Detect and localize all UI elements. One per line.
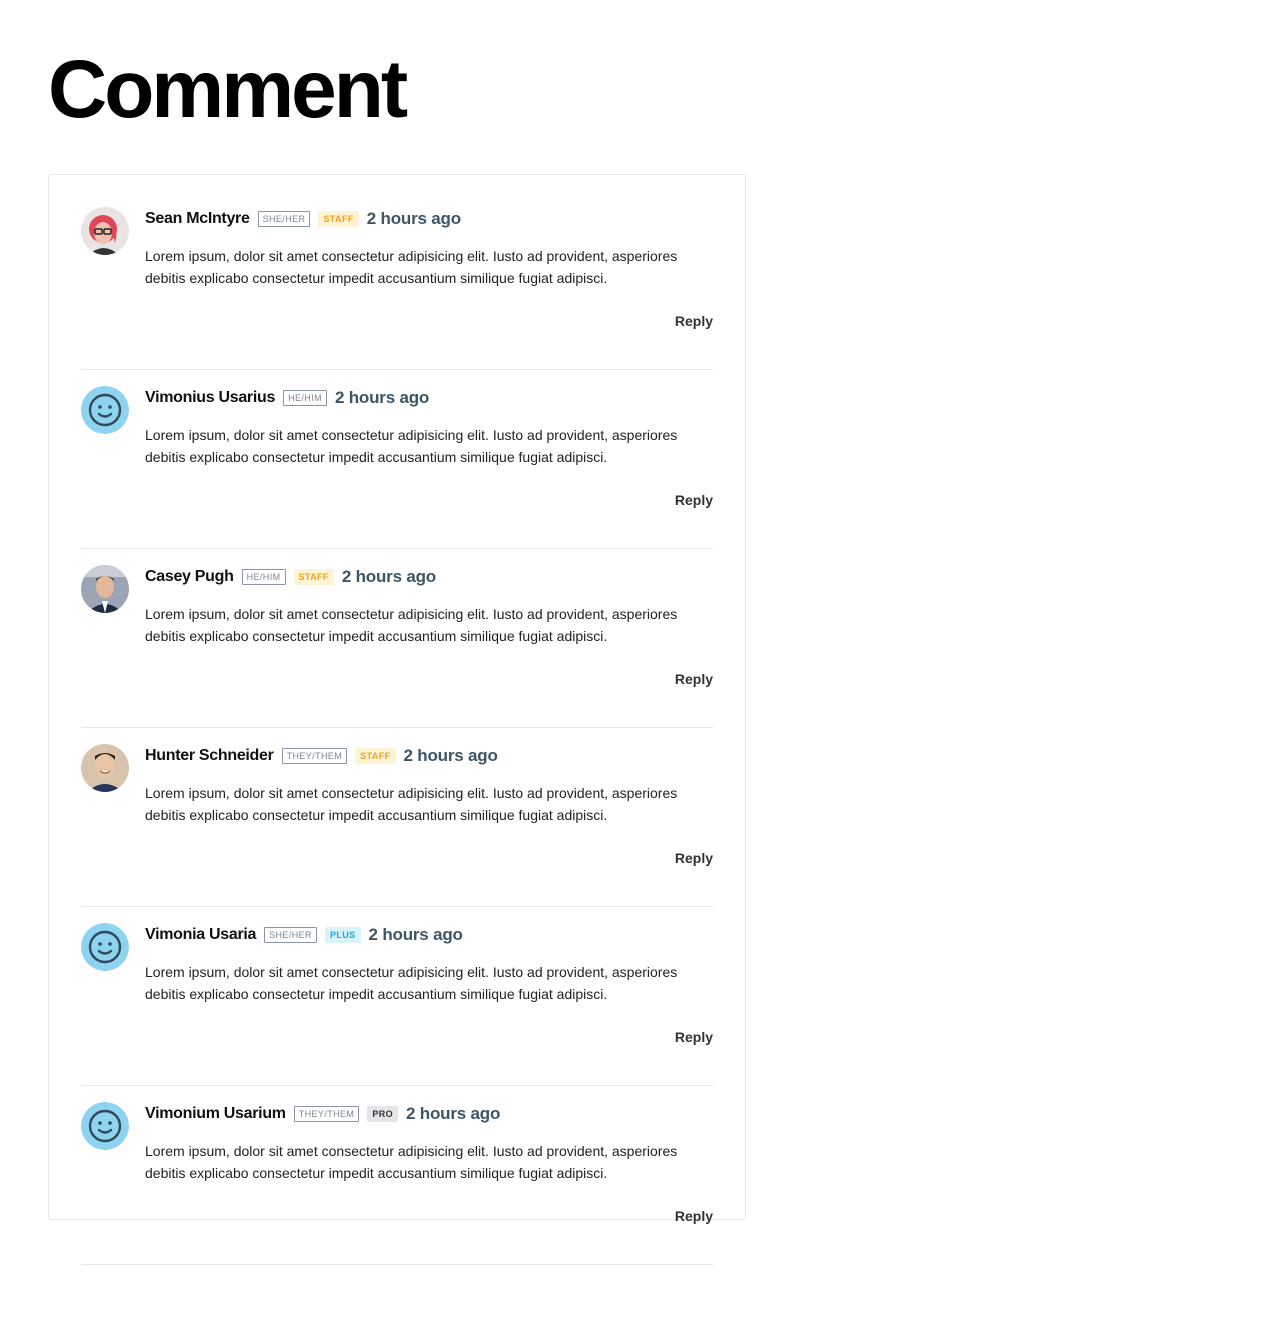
- timestamp[interactable]: 2 hours ago: [404, 746, 498, 766]
- pronoun-tag: SHE/HER: [264, 927, 317, 943]
- comment-body: Sean McIntyre SHE/HER STAFF 2 hours ago …: [145, 207, 713, 289]
- author-name[interactable]: Vimonium Usarium: [145, 1105, 286, 1123]
- avatar[interactable]: [81, 565, 129, 613]
- author-name[interactable]: Hunter Schneider: [145, 747, 274, 765]
- pronoun-tag: HE/HIM: [241, 569, 286, 585]
- smiley-avatar-icon: [81, 923, 129, 971]
- pronoun-tag: THEY/THEM: [293, 1106, 360, 1122]
- timestamp[interactable]: 2 hours ago: [406, 1104, 500, 1124]
- avatar[interactable]: [81, 386, 129, 434]
- comment-item: Vimonium Usarium THEY/THEM PRO 2 hours a…: [81, 1102, 713, 1265]
- comments-card: Sean McIntyre SHE/HER STAFF 2 hours ago …: [48, 174, 746, 1265]
- author-name[interactable]: Sean McIntyre: [145, 210, 250, 228]
- role-badge: STAFF: [318, 211, 359, 227]
- comment-meta: Sean McIntyre SHE/HER STAFF 2 hours ago: [145, 207, 713, 231]
- pronoun-tag: HE/HIM: [283, 390, 327, 406]
- reply-button[interactable]: Reply: [675, 313, 713, 329]
- comment-body: Hunter Schneider THEY/THEM STAFF 2 hours…: [145, 744, 713, 826]
- role-badge: PLUS: [324, 927, 361, 943]
- person-photo-icon: [81, 207, 129, 255]
- reply-button[interactable]: Reply: [675, 850, 713, 866]
- reply-button[interactable]: Reply: [675, 671, 713, 687]
- comment-item: Vimonius Usarius HE/HIM 2 hours ago Lore…: [81, 386, 713, 549]
- avatar[interactable]: [81, 923, 129, 971]
- author-name[interactable]: Vimonius Usarius: [145, 389, 275, 407]
- smiley-avatar-icon: [81, 386, 129, 434]
- comment-text: Lorem ipsum, dolor sit amet consectetur …: [145, 964, 678, 1002]
- avatar[interactable]: [81, 744, 129, 792]
- reply-button[interactable]: Reply: [675, 492, 713, 508]
- person-photo-icon: [81, 565, 129, 613]
- comment-text: Lorem ipsum, dolor sit amet consectetur …: [145, 427, 678, 465]
- comment-list: Sean McIntyre SHE/HER STAFF 2 hours ago …: [81, 207, 713, 1265]
- comment-body: Vimonia Usaria SHE/HER PLUS 2 hours ago …: [145, 923, 713, 1005]
- comment-text: Lorem ipsum, dolor sit amet consectetur …: [145, 1143, 678, 1181]
- person-photo-icon: [81, 744, 129, 792]
- timestamp[interactable]: 2 hours ago: [367, 209, 461, 229]
- timestamp[interactable]: 2 hours ago: [342, 567, 436, 587]
- comment-text: Lorem ipsum, dolor sit amet consectetur …: [145, 606, 678, 644]
- comment-body: Casey Pugh HE/HIM STAFF 2 hours ago Lore…: [145, 565, 713, 647]
- comment-text: Lorem ipsum, dolor sit amet consectetur …: [145, 248, 678, 286]
- comment-body: Vimonium Usarium THEY/THEM PRO 2 hours a…: [145, 1102, 713, 1184]
- smiley-avatar-icon: [81, 1102, 129, 1150]
- timestamp[interactable]: 2 hours ago: [335, 388, 429, 408]
- comment-meta: Vimonius Usarius HE/HIM 2 hours ago: [145, 386, 713, 410]
- comment-meta: Vimonium Usarium THEY/THEM PRO 2 hours a…: [145, 1102, 713, 1126]
- avatar[interactable]: [81, 1102, 129, 1150]
- page-title: Comment: [48, 44, 408, 135]
- comment-item: Casey Pugh HE/HIM STAFF 2 hours ago Lore…: [81, 565, 713, 728]
- role-badge: STAFF: [293, 569, 334, 585]
- comment-item: Sean McIntyre SHE/HER STAFF 2 hours ago …: [81, 207, 713, 370]
- comment-meta: Hunter Schneider THEY/THEM STAFF 2 hours…: [145, 744, 713, 768]
- reply-button[interactable]: Reply: [675, 1029, 713, 1045]
- comment-meta: Vimonia Usaria SHE/HER PLUS 2 hours ago: [145, 923, 713, 947]
- role-badge: STAFF: [355, 748, 396, 764]
- author-name[interactable]: Vimonia Usaria: [145, 926, 256, 944]
- comment-text: Lorem ipsum, dolor sit amet consectetur …: [145, 785, 678, 823]
- reply-button[interactable]: Reply: [675, 1208, 713, 1224]
- role-badge: PRO: [367, 1106, 399, 1122]
- timestamp[interactable]: 2 hours ago: [369, 925, 463, 945]
- comment-meta: Casey Pugh HE/HIM STAFF 2 hours ago: [145, 565, 713, 589]
- comment-item: Hunter Schneider THEY/THEM STAFF 2 hours…: [81, 744, 713, 907]
- pronoun-tag: THEY/THEM: [281, 748, 348, 764]
- pronoun-tag: SHE/HER: [257, 211, 311, 227]
- comment-item: Vimonia Usaria SHE/HER PLUS 2 hours ago …: [81, 923, 713, 1086]
- author-name[interactable]: Casey Pugh: [145, 568, 234, 586]
- comment-body: Vimonius Usarius HE/HIM 2 hours ago Lore…: [145, 386, 713, 468]
- avatar[interactable]: [81, 207, 129, 255]
